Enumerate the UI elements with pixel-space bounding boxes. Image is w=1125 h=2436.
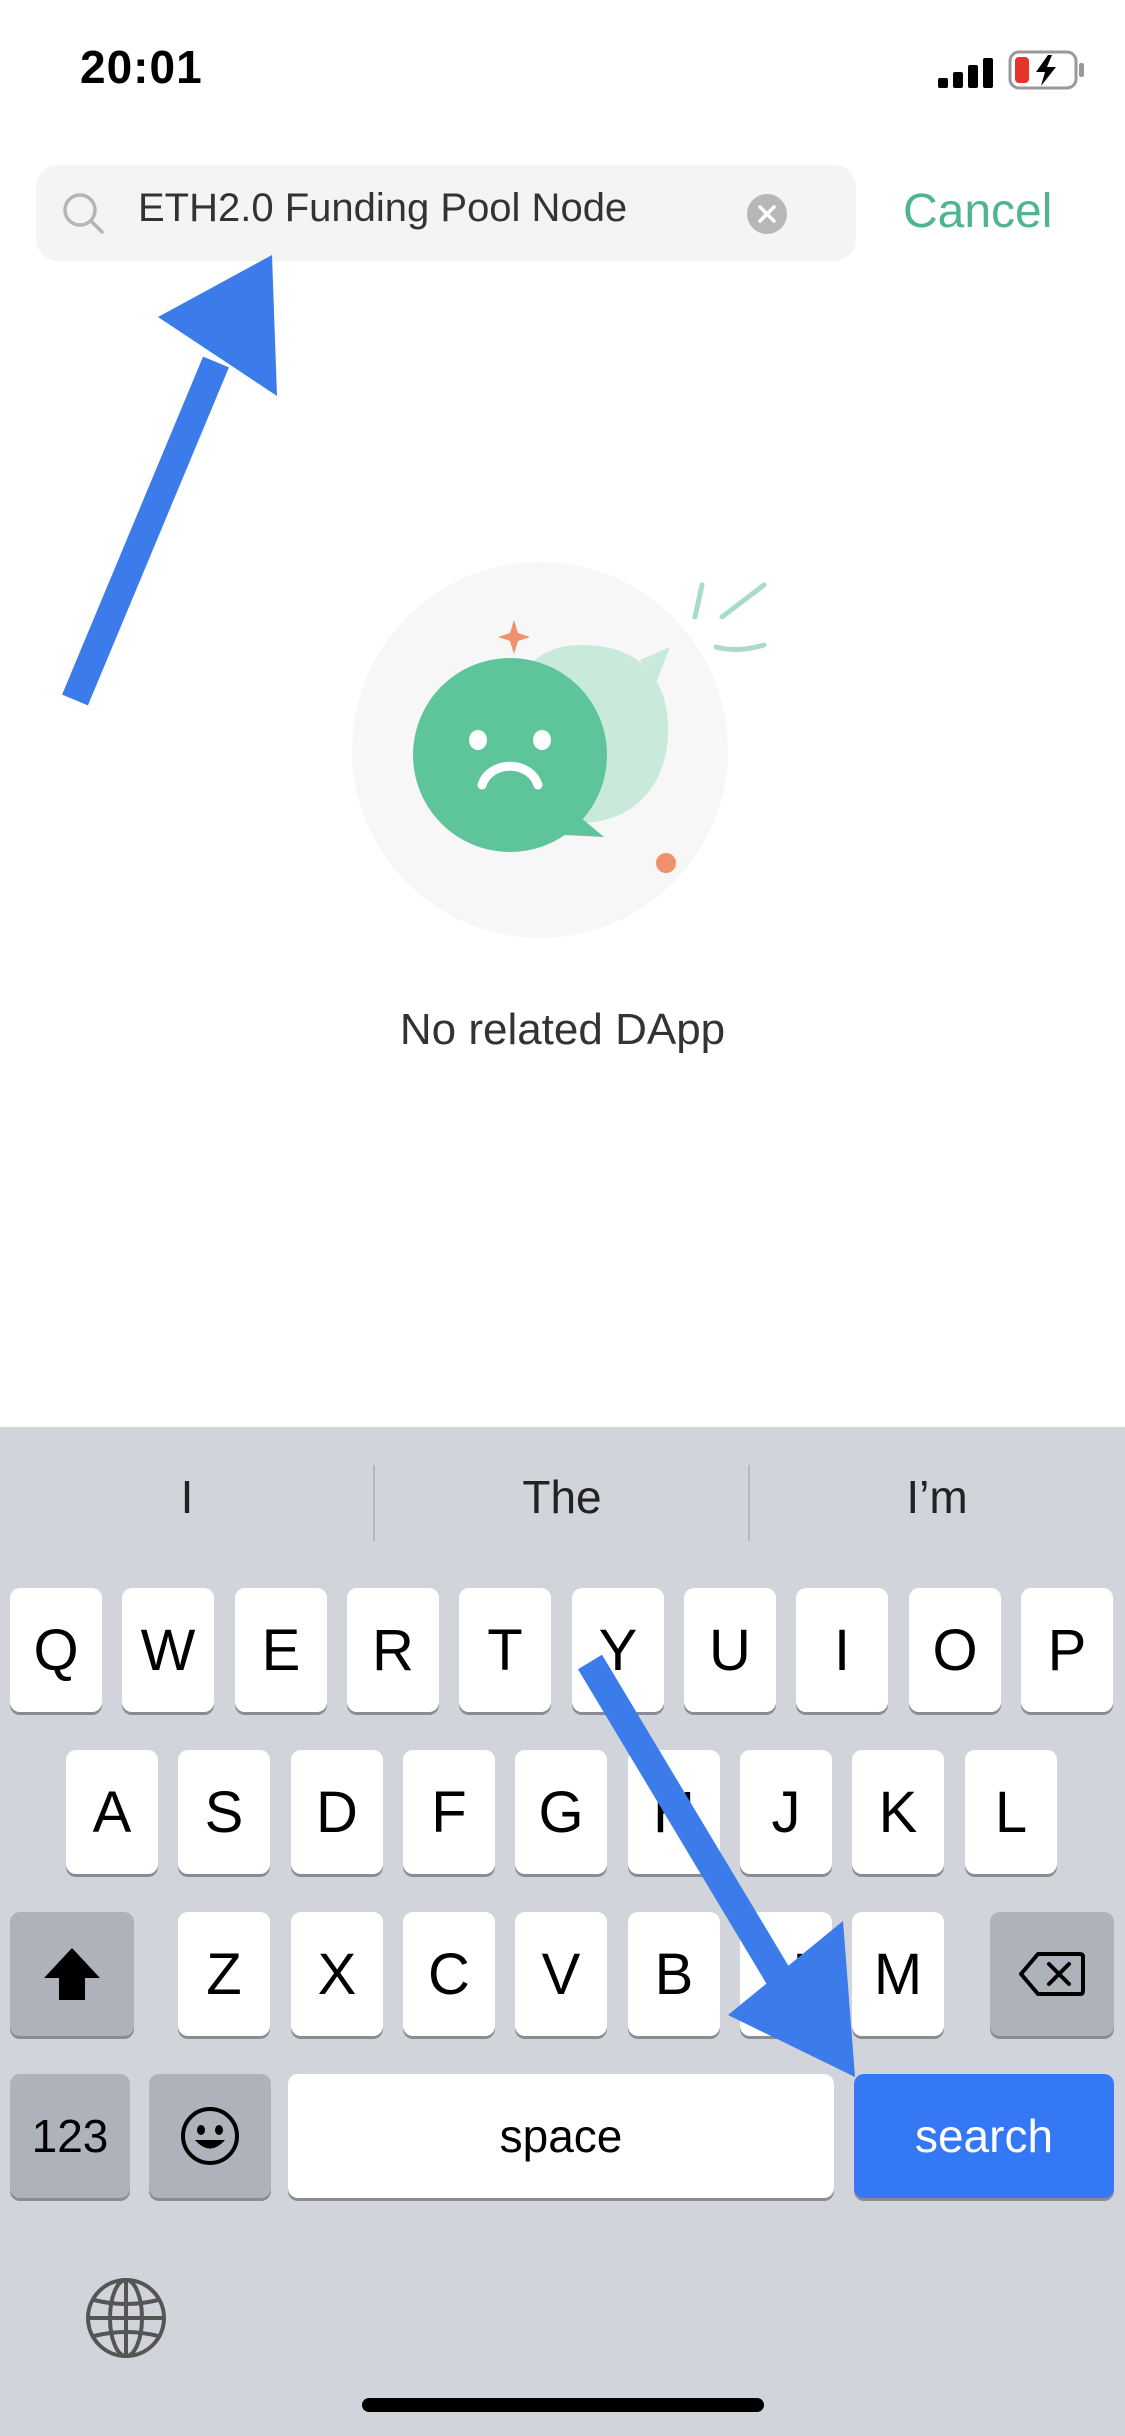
search-key[interactable]: search bbox=[854, 2074, 1114, 2198]
key-h[interactable]: H bbox=[628, 1750, 720, 1874]
key-v[interactable]: V bbox=[515, 1912, 607, 2036]
key-r[interactable]: R bbox=[347, 1588, 439, 1712]
sad-chat-bubble-illustration bbox=[352, 562, 767, 938]
key-b[interactable]: B bbox=[628, 1912, 720, 2036]
key-p[interactable]: P bbox=[1021, 1588, 1113, 1712]
status-bar: 20:01 bbox=[0, 0, 1125, 140]
key-a[interactable]: A bbox=[66, 1750, 158, 1874]
search-icon bbox=[63, 193, 104, 234]
key-q[interactable]: Q bbox=[10, 1588, 102, 1712]
delete-key[interactable] bbox=[990, 1912, 1114, 2036]
key-d[interactable]: D bbox=[291, 1750, 383, 1874]
key-w[interactable]: W bbox=[122, 1588, 214, 1712]
suggestion-divider bbox=[748, 1465, 750, 1541]
shift-arrow-icon bbox=[44, 1948, 100, 2000]
empty-state-message: No related DApp bbox=[399, 1005, 726, 1054]
clear-search-icon[interactable] bbox=[746, 193, 788, 235]
key-o[interactable]: O bbox=[909, 1588, 1001, 1712]
globe-icon[interactable] bbox=[84, 2276, 168, 2360]
cellular-signal-icon bbox=[938, 58, 993, 88]
suggestion-3[interactable]: I’m bbox=[757, 1470, 1117, 1524]
key-s[interactable]: S bbox=[178, 1750, 270, 1874]
key-f[interactable]: F bbox=[403, 1750, 495, 1874]
numbers-key[interactable]: 123 bbox=[10, 2074, 130, 2198]
key-u[interactable]: U bbox=[684, 1588, 776, 1712]
annotation-arrow-up bbox=[62, 255, 277, 706]
key-e[interactable]: E bbox=[235, 1588, 327, 1712]
key-y[interactable]: Y bbox=[572, 1588, 664, 1712]
status-time: 20:01 bbox=[80, 41, 203, 93]
cancel-button[interactable]: Cancel bbox=[903, 184, 1052, 239]
search-query-text[interactable]: ETH2.0 Funding Pool Node bbox=[138, 186, 627, 231]
key-l[interactable]: L bbox=[965, 1750, 1057, 1874]
battery-charging-icon bbox=[1008, 50, 1084, 90]
suggestion-divider bbox=[373, 1465, 375, 1541]
shift-key[interactable] bbox=[10, 1912, 134, 2036]
space-key[interactable]: space bbox=[288, 2074, 834, 2198]
key-c[interactable]: C bbox=[403, 1912, 495, 2036]
key-j[interactable]: J bbox=[740, 1750, 832, 1874]
backspace-icon bbox=[1019, 1952, 1085, 1996]
emoji-key[interactable] bbox=[149, 2074, 271, 2198]
key-m[interactable]: M bbox=[852, 1912, 944, 2036]
home-indicator bbox=[362, 2398, 764, 2412]
key-x[interactable]: X bbox=[291, 1912, 383, 2036]
key-k[interactable]: K bbox=[852, 1750, 944, 1874]
key-t[interactable]: T bbox=[459, 1588, 551, 1712]
key-g[interactable]: G bbox=[515, 1750, 607, 1874]
key-z[interactable]: Z bbox=[178, 1912, 270, 2036]
key-i[interactable]: I bbox=[796, 1588, 888, 1712]
key-n[interactable]: N bbox=[740, 1912, 832, 2036]
emoji-face-icon bbox=[181, 2107, 239, 2165]
suggestion-2[interactable]: The bbox=[382, 1470, 742, 1524]
suggestion-1[interactable]: I bbox=[7, 1470, 367, 1524]
